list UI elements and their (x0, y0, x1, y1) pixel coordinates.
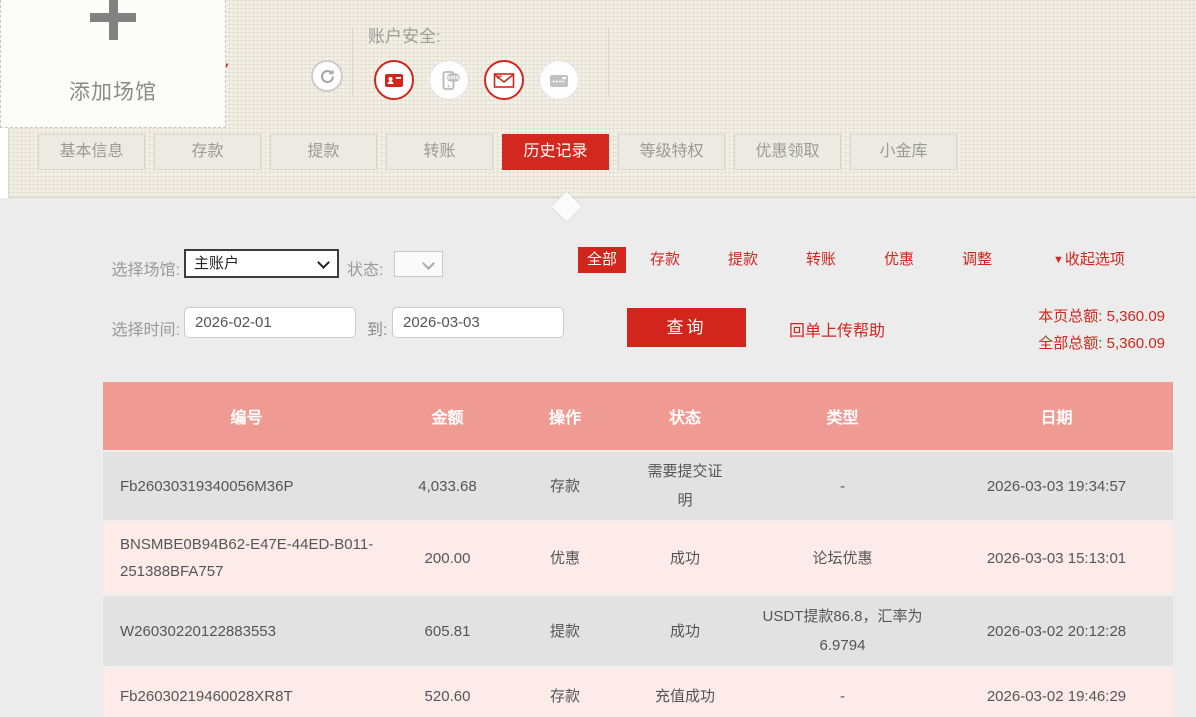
select-time-label: 选择时间: (100, 316, 180, 340)
cell-date: 2026-03-03 19:34:57 (940, 451, 1173, 521)
cell-id: Fb26030219460028XR8T (103, 667, 390, 717)
filter-type-link[interactable]: 优惠 (883, 247, 915, 273)
filter-type-link[interactable]: 转账 (805, 247, 837, 273)
sms-phone-icon[interactable]: SMS (429, 60, 469, 100)
account-tab[interactable]: 提款 (270, 134, 377, 170)
cell-id: W26030220122883553 (103, 595, 390, 667)
chevron-down-icon (317, 256, 330, 269)
cell-status: 需要提交证明 (625, 451, 745, 521)
triangle-down-icon: ▼ (1053, 254, 1064, 266)
account-security-label: 账户安全: (368, 22, 441, 47)
cell-action: 提款 (505, 595, 625, 667)
cell-type: - (745, 667, 940, 717)
account-tab[interactable]: 历史记录 (502, 134, 609, 170)
select-venue-label: 选择场馆: (100, 256, 180, 280)
refresh-icon (319, 68, 336, 85)
add-venue-label: 添加场馆 (1, 76, 225, 106)
plus-icon (90, 13, 136, 22)
filter-type-all[interactable]: 全部 (578, 247, 626, 273)
account-tab[interactable]: 优惠领取 (734, 134, 841, 170)
divider (352, 28, 353, 98)
table-row[interactable]: Fb26030319340056M36P 4,033.68 存款 需要提交证明 … (103, 451, 1173, 521)
to-label: 到: (367, 316, 387, 340)
account-tab[interactable]: 转账 (386, 134, 493, 170)
email-icon[interactable] (484, 60, 524, 100)
collapse-options-label: 收起选项 (1065, 251, 1125, 268)
security-icons: SMS (374, 60, 579, 100)
cell-amount: 4,033.68 (390, 451, 505, 521)
id-card-icon[interactable] (374, 60, 414, 100)
cell-amount: 605.81 (390, 595, 505, 667)
table-body: Fb26030319340056M36P 4,033.68 存款 需要提交证明 … (103, 451, 1173, 717)
filter-type-link[interactable]: 提款 (727, 247, 759, 273)
cell-date: 2026-03-03 15:13:01 (940, 521, 1173, 595)
history-table: 编号金额操作状态类型日期 Fb26030319340056M36P 4,033.… (103, 382, 1173, 717)
account-tab[interactable]: 基本信息 (38, 134, 145, 170)
table-header-cell: 操作 (505, 382, 625, 451)
account-tab[interactable]: 等级特权 (618, 134, 725, 170)
cell-type: 论坛优惠 (745, 521, 940, 595)
venue-select-value: 主账户 (194, 255, 239, 272)
account-tab[interactable]: 小金库 (850, 134, 957, 170)
cell-amount: 520.60 (390, 667, 505, 717)
table-header-cell: 日期 (940, 382, 1173, 451)
cell-date: 2026-03-02 20:12:28 (940, 595, 1173, 667)
cell-id: BNSMBE0B94B62-E47E-44ED-B011-251388BFA75… (103, 521, 390, 595)
venue-select[interactable]: 主账户 (184, 249, 339, 278)
cell-id: Fb26030319340056M36P (103, 451, 390, 521)
table-header-cell: 编号 (103, 382, 390, 451)
cell-amount: 200.00 (390, 521, 505, 595)
account-history-page: ¥ 主账户: 4,034.47 账户安全: SMS (0, 0, 1196, 717)
cell-status: 充值成功 (625, 667, 745, 717)
cell-action: 优惠 (505, 521, 625, 595)
all-total: 全部总额: 5,360.09 (1038, 330, 1165, 357)
table-row[interactable]: W26030220122883553 605.81 提款 成功 USDT提款86… (103, 595, 1173, 667)
svg-text:SMS: SMS (447, 75, 460, 81)
cell-status: 成功 (625, 521, 745, 595)
divider (608, 28, 609, 98)
account-tab[interactable]: 存款 (154, 134, 261, 170)
collapse-options-link[interactable]: ▼收起选项 (1053, 247, 1125, 273)
page-total: 本页总额: 5,360.09 (1038, 303, 1165, 330)
table-row[interactable]: Fb26030219460028XR8T 520.60 存款 充值成功 - 20… (103, 667, 1173, 717)
cell-type: - (745, 451, 940, 521)
refresh-balance-button[interactable] (311, 60, 343, 92)
cell-action: 存款 (505, 667, 625, 717)
chevron-down-icon (422, 257, 435, 270)
table-header-cell: 金额 (390, 382, 505, 451)
cell-date: 2026-03-02 19:46:29 (940, 667, 1173, 717)
bank-card-icon[interactable] (539, 60, 579, 100)
filter-type-link[interactable]: 存款 (649, 247, 681, 273)
add-venue-card[interactable]: 添加场馆 (0, 0, 226, 128)
totals: 本页总额: 5,360.09 全部总额: 5,360.09 (1038, 303, 1165, 357)
date-to-input[interactable]: 2026-03-03 (392, 307, 564, 338)
cell-status: 成功 (625, 595, 745, 667)
filter-type-links: 存款 提款 转账 优惠 调整 (649, 247, 1039, 273)
date-from-input[interactable]: 2026-02-01 (184, 307, 356, 338)
filter-type-link[interactable]: 调整 (961, 247, 993, 273)
cell-type: USDT提款86.8，汇率为6.9794 (745, 595, 940, 667)
table-header-cell: 状态 (625, 382, 745, 451)
table-header-row: 编号金额操作状态类型日期 (103, 382, 1173, 451)
receipt-upload-help-link[interactable]: 回单上传帮助 (789, 317, 885, 341)
table-row[interactable]: BNSMBE0B94B62-E47E-44ED-B011-251388BFA75… (103, 521, 1173, 595)
query-button[interactable]: 查询 (627, 308, 746, 347)
account-tabs: 基本信息存款提款转账历史记录等级特权优惠领取小金库 (38, 134, 957, 170)
status-label: 状态: (347, 256, 383, 280)
cell-action: 存款 (505, 451, 625, 521)
table-header-cell: 类型 (745, 382, 940, 451)
status-select[interactable] (394, 251, 443, 277)
